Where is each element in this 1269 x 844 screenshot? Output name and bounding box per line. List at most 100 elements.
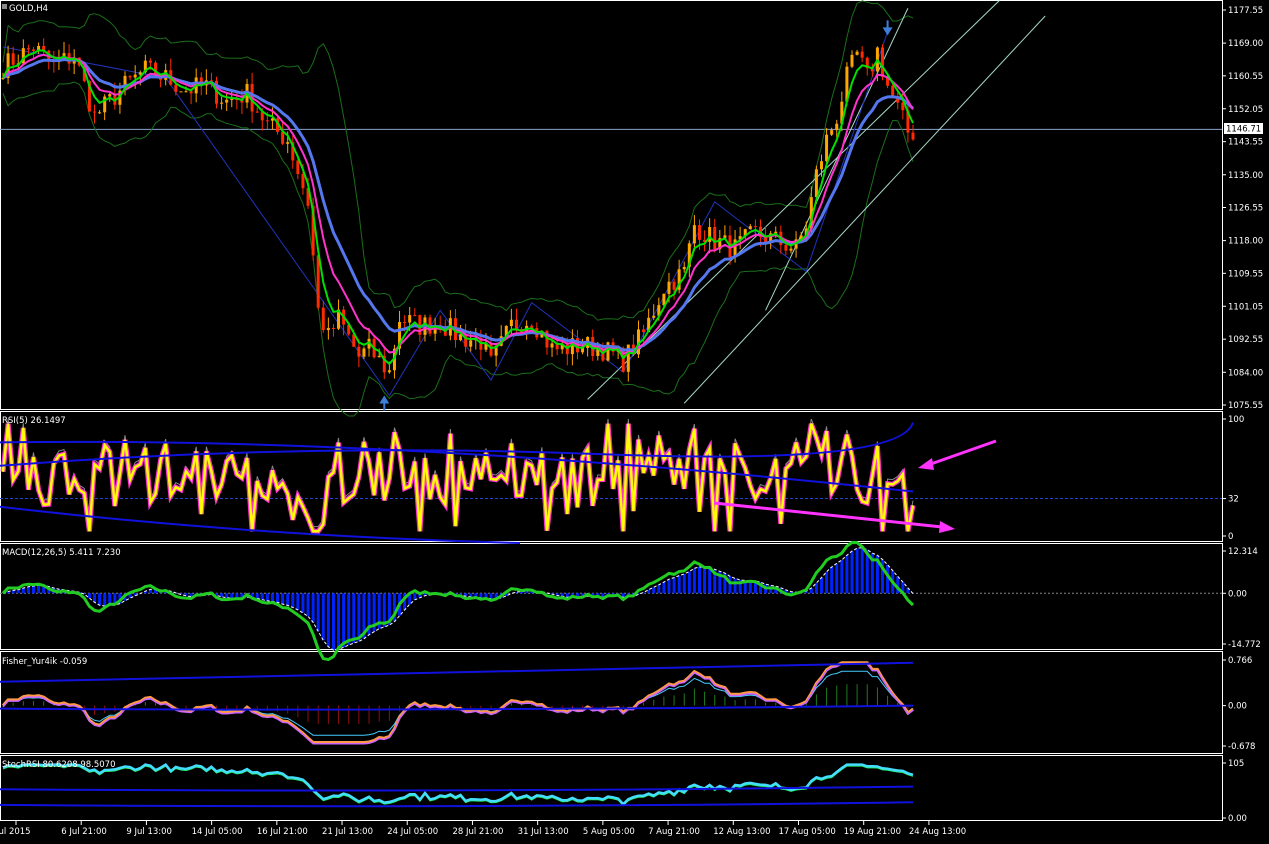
candle-body [642,329,646,333]
time-axis-label: 17 Aug 05:00 [778,827,835,837]
moving-average-fast [2,49,914,365]
time-axis-label: Jul 2015 [0,827,31,837]
zigzag-line [2,31,889,397]
candle-body [265,120,269,122]
panel-frames [0,0,1223,821]
candle-body [184,91,188,93]
candle-body [514,319,518,330]
candle-body [189,91,193,94]
time-axis-label: 6 Jul 21:00 [61,827,107,837]
trading-chart[interactable]: 1177.55 1169.00 1160.55 1152.05 1143.55 1135.… [0,0,1269,844]
channel-lower-line [683,15,1046,404]
main-axis-tick-label: 1084.00 [1228,368,1263,378]
main-panel-title: GOLD,H4 [9,4,48,14]
candle-body [321,307,325,331]
current-price-tag: 1146.71 [1224,123,1263,135]
time-axis-label: 16 Jul 21:00 [257,827,308,837]
candle-body [326,327,330,331]
candle-body [891,85,895,96]
annotation-arrow-line [927,439,997,467]
candle-body [128,75,132,78]
main-price-panel[interactable] [0,0,1222,417]
macd-axis-tick-label: 0.00 [1228,589,1247,599]
fisher-axis-tick-label: 0.00 [1228,702,1247,712]
candle-body [855,51,859,55]
fisher-trigger-line [2,663,914,745]
candle-body [331,327,335,329]
stochrsi-panel-frame [0,755,1223,821]
macd-axis-tick-label: 12.314 [1228,547,1258,557]
main-axis-tick-label: 1135.00 [1228,171,1263,181]
channel-mid-line [765,8,909,311]
time-axis: Jul 2015 6 Jul 21:00 9 Jul 13:00 14 Jul 05:… [0,821,966,837]
main-axis-tick-label: 1143.55 [1228,138,1263,148]
candle-body [148,60,152,63]
time-axis-label: 5 Aug 05:00 [583,827,635,837]
current-price-label: 1146.71 [1226,125,1261,135]
candle-body [179,91,183,93]
candle-body [713,227,717,250]
candle-body [93,111,97,113]
candle-body [860,51,864,58]
macd-signal-line [2,547,914,651]
rsi-axis-tick-label: 32 [1228,495,1239,505]
candle-body [850,54,854,67]
candle-body [748,226,752,230]
candle-body [469,340,473,347]
stochrsi-lower-band [0,801,914,808]
candle-body [255,111,259,113]
fisher-upper-band [0,661,914,683]
time-axis-label: 24 Aug 13:00 [909,827,966,837]
main-axis-tick-label: 1126.55 [1228,204,1263,214]
candle-body [581,348,585,353]
moving-average-slow [2,58,915,352]
candle-body [403,321,407,323]
rsi-axis-tick-label: 100 [1228,415,1244,425]
main-axis-tick-label: 1177.55 [1228,6,1263,16]
panel-titles: GOLD,H4 RSI(5) 26.1497 MACD(12,26,5) 5.4… [2,4,121,770]
time-axis-label: 7 Aug 21:00 [648,827,700,837]
candle-body [652,315,656,318]
candle-body [377,355,381,358]
candle-body [819,161,823,170]
main-axis-tick-label: 1152.05 [1228,105,1263,115]
fisher-panel[interactable] [0,661,914,745]
candle-body [835,123,839,131]
time-axis-label: 9 Jul 13:00 [126,827,172,837]
down-arrow-icon [882,27,893,36]
candle-body [281,131,285,144]
rsi-panel[interactable] [0,418,1222,545]
candle-body [174,84,178,92]
divergence-arrow-head [939,521,955,533]
time-axis-label: 14 Jul 05:00 [192,827,243,837]
main-axis-tick-label: 1075.55 [1228,401,1263,411]
macd-panel-title: MACD(12,26,5) 5.411 7.230 [2,548,121,558]
candle-body [814,169,818,198]
time-axis-label: 31 Jul 13:00 [518,827,569,837]
candle-body [230,99,234,101]
candle-body [301,174,305,189]
candle-body [830,130,834,135]
main-axis-tick-label: 1109.55 [1228,269,1263,279]
fisher-panel-title: Fisher_Yur4ik -0.059 [2,657,87,667]
stochrsi-panel-title: StochRSI 80.6208 98.5070 [2,760,116,770]
macd-line [1,540,915,662]
macd-panel[interactable] [0,540,1222,662]
candle-body [11,53,15,65]
fisher-axis-tick-label: -0.678 [1228,742,1255,752]
candle-body [784,244,788,251]
main-axis-tick-label: 1092.55 [1228,335,1263,345]
fisher-axis-tick-label: 0.766 [1228,656,1252,666]
main-axis-tick-label: 1118.00 [1228,237,1263,247]
candle-body [667,281,671,294]
stochrsi-panel[interactable] [0,762,914,808]
main-axis-tick-label: 1169.00 [1228,39,1263,49]
candle-body [550,343,554,348]
candle-body [408,315,412,323]
candle-body [697,225,701,240]
stochrsi-axis-tick-label: 0.00 [1228,814,1247,824]
stochrsi-d-line [2,765,914,807]
candle-body [98,112,102,114]
candle-body [357,346,361,357]
candle-body [692,225,696,244]
